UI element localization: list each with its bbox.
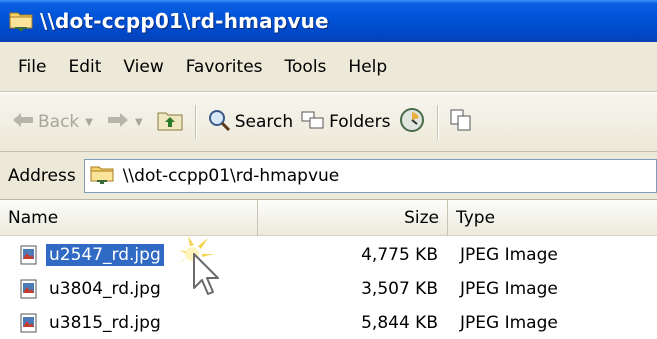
- toolbar: Back ▼ ▼ Search Folders: [0, 92, 657, 152]
- file-size: 3,507 KB: [361, 279, 438, 299]
- file-type: JPEG Image: [460, 279, 558, 299]
- table-row[interactable]: u3815_rd.jpg 5,844 KB JPEG Image: [0, 306, 657, 339]
- search-button[interactable]: Search: [207, 108, 293, 137]
- up-folder-button[interactable]: [157, 109, 183, 136]
- column-header-type[interactable]: Type: [448, 200, 657, 236]
- list-header: Name Size Type: [0, 200, 657, 236]
- address-bar: Address \\dot-ccpp01\rd-hmapvue: [0, 152, 657, 200]
- search-label: Search: [234, 112, 294, 132]
- forward-arrow-icon: [107, 111, 129, 134]
- back-dropdown-icon[interactable]: ▼: [85, 117, 93, 128]
- forward-dropdown-icon[interactable]: ▼: [135, 117, 143, 128]
- network-folder-icon: [8, 6, 34, 36]
- menu-view[interactable]: View: [113, 57, 173, 77]
- jpeg-file-icon: [18, 244, 40, 266]
- back-label: Back: [38, 112, 80, 132]
- up-folder-icon: [157, 109, 183, 136]
- file-name: u3815_rd.jpg: [49, 313, 161, 333]
- table-row[interactable]: u3804_rd.jpg 3,507 KB JPEG Image: [0, 272, 657, 306]
- file-type: JPEG Image: [460, 245, 558, 265]
- folders-label: Folders: [329, 112, 391, 132]
- menu-favorites[interactable]: Favorites: [176, 57, 273, 77]
- menu-file[interactable]: File: [8, 57, 56, 77]
- menu-bar: File Edit View Favorites Tools Help: [0, 42, 657, 92]
- forward-button[interactable]: ▼: [107, 111, 149, 134]
- back-button[interactable]: Back ▼: [12, 111, 99, 134]
- search-icon: [207, 108, 231, 137]
- folders-button[interactable]: Folders: [301, 109, 391, 136]
- column-header-size[interactable]: Size: [258, 200, 448, 236]
- toolbar-separator: [436, 105, 439, 139]
- table-row[interactable]: u2547_rd.jpg 4,775 KB JPEG Image: [0, 238, 657, 272]
- menu-tools[interactable]: Tools: [275, 57, 337, 77]
- menu-help[interactable]: Help: [338, 57, 397, 77]
- file-size: 4,775 KB: [361, 245, 438, 265]
- column-header-name[interactable]: Name: [0, 200, 258, 236]
- file-list: Name Size Type u2547_rd.jpg 4,775 KB JPE…: [0, 200, 657, 339]
- network-folder-icon: [89, 161, 115, 190]
- file-name: u3804_rd.jpg: [49, 279, 161, 299]
- move-to-icon: [449, 108, 473, 137]
- address-value: \\dot-ccpp01\rd-hmapvue: [122, 165, 340, 186]
- file-name: u2547_rd.jpg: [46, 244, 164, 266]
- window-title: \\dot-ccpp01\rd-hmapvue: [40, 9, 329, 33]
- address-label: Address: [8, 165, 76, 186]
- move-to-button[interactable]: [449, 108, 473, 137]
- back-arrow-icon: [12, 111, 34, 134]
- explorer-window: \\dot-ccpp01\rd-hmapvue File Edit View F…: [0, 0, 657, 339]
- history-button[interactable]: [399, 107, 425, 138]
- address-input[interactable]: \\dot-ccpp01\rd-hmapvue: [83, 158, 657, 193]
- menu-edit[interactable]: Edit: [58, 57, 111, 77]
- jpeg-file-icon: [18, 278, 40, 300]
- folders-icon: [301, 109, 325, 136]
- file-type: JPEG Image: [460, 313, 558, 333]
- jpeg-file-icon: [18, 312, 40, 334]
- history-icon: [399, 107, 425, 138]
- toolbar-separator: [194, 105, 197, 139]
- title-bar[interactable]: \\dot-ccpp01\rd-hmapvue: [0, 0, 657, 42]
- file-size: 5,844 KB: [361, 313, 438, 333]
